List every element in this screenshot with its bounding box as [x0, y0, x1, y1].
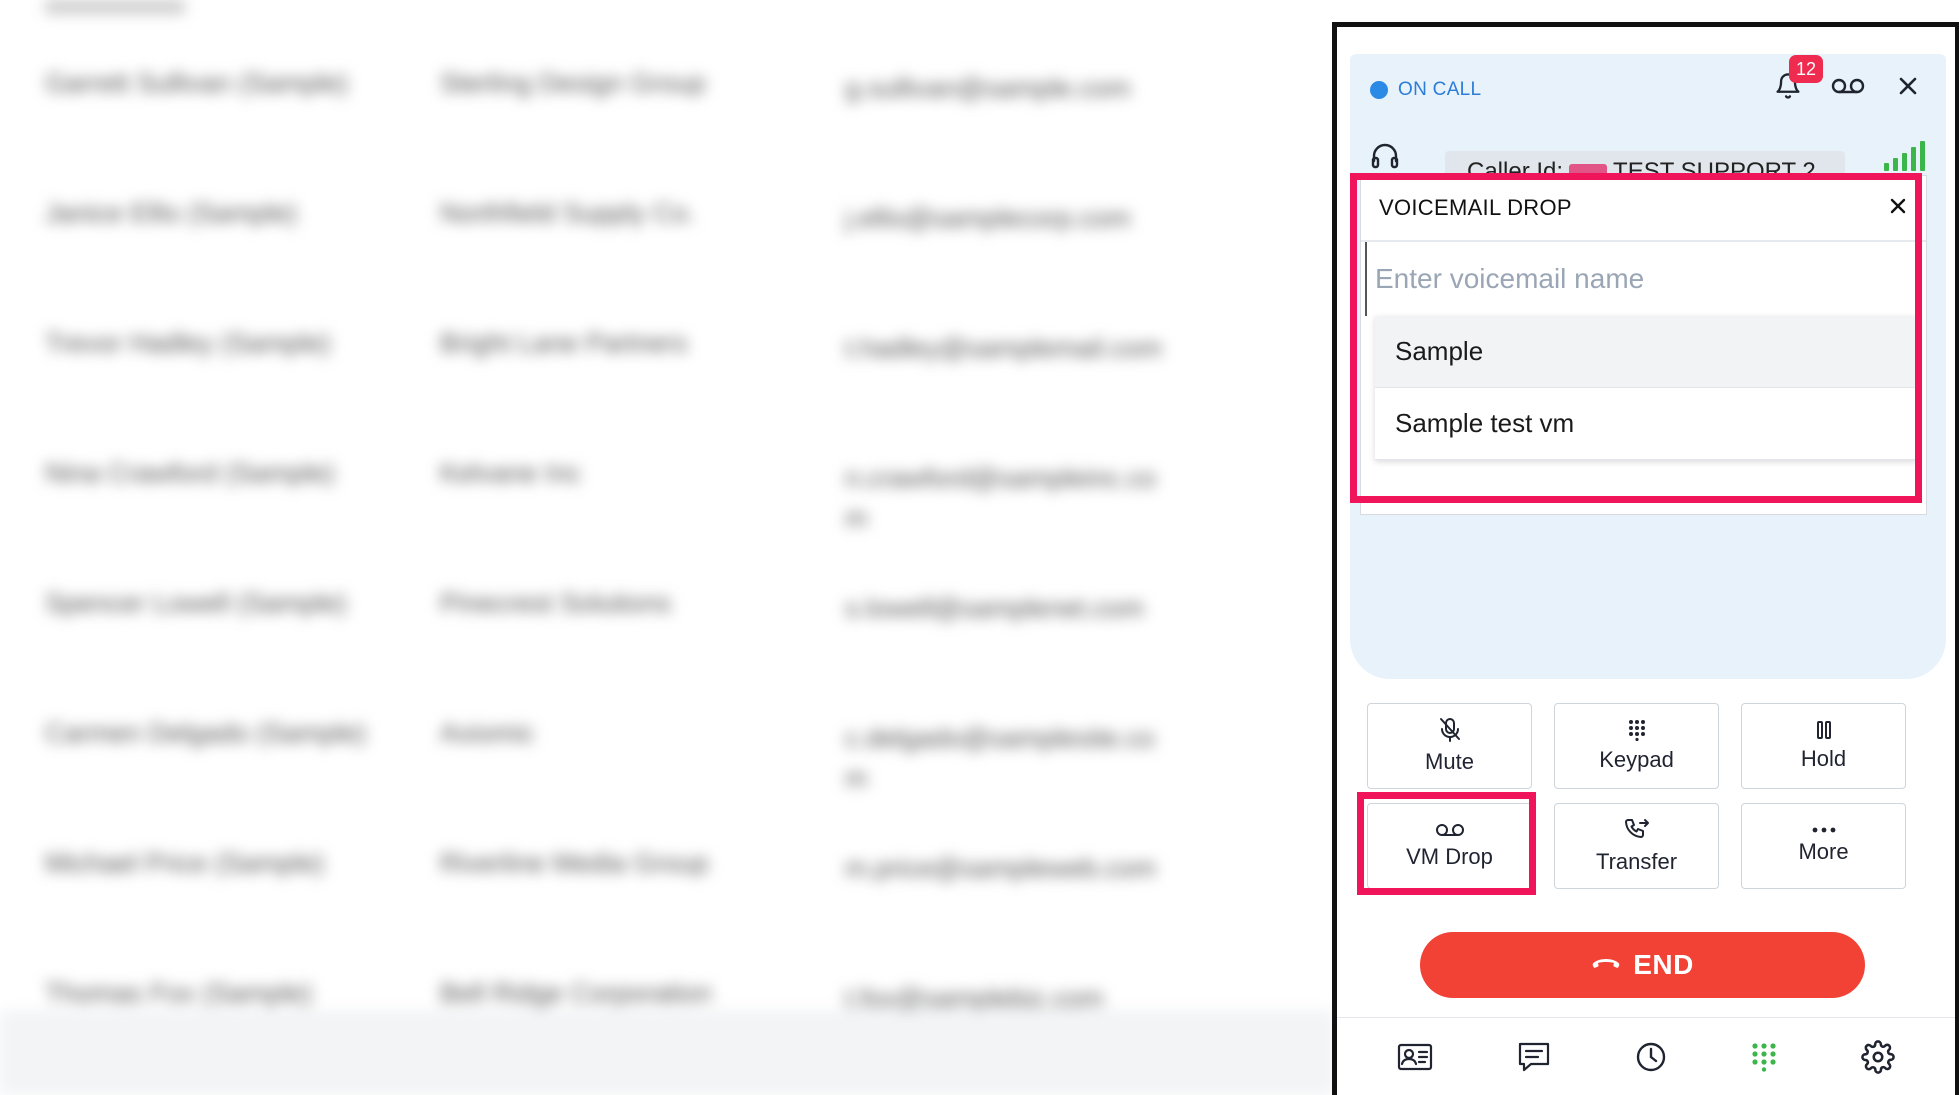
headset-button[interactable] [1371, 143, 1399, 174]
nav-contacts-button[interactable] [1397, 1042, 1433, 1077]
more-label: More [1798, 839, 1849, 864]
message-icon [1518, 1042, 1550, 1071]
close-dialer-button[interactable] [1891, 69, 1925, 103]
nav-messages-button[interactable] [1517, 1041, 1551, 1078]
background-footer [0, 1010, 1335, 1095]
hold-button[interactable]: Hold [1741, 703, 1906, 789]
pause-icon [1816, 721, 1831, 739]
background-cell-email: n.crawford@sampleinc.com [845, 463, 1157, 533]
headset-icon [1371, 143, 1399, 169]
voicemail-drop-popup: VOICEMAIL DROP Sample Sample test vm [1360, 175, 1927, 515]
voicemail-button[interactable] [1831, 69, 1865, 103]
background-cell-email: m.price@sampleweb.com [845, 853, 1157, 883]
end-call-label: END [1633, 949, 1694, 980]
contact-card-icon [1397, 1043, 1433, 1070]
hangup-icon [1592, 959, 1620, 968]
voicemail-option[interactable]: Sample [1375, 316, 1917, 388]
background-cell-name: Nina Crawford (Sample) [45, 458, 335, 488]
background-row: Carmen Delgado (Sample) Axiomic c.delgad… [0, 718, 1335, 848]
gear-icon [1861, 1039, 1895, 1074]
background-cell-email: g.sullivan@sample.com [845, 73, 1131, 103]
background-cell-email: j.ellis@samplecorp.com [845, 203, 1131, 233]
background-cell-company: Kelvane Inc [440, 458, 582, 488]
keypad-icon [1628, 720, 1645, 741]
call-status: ON CALL [1370, 79, 1481, 101]
status-dot-icon [1370, 81, 1388, 99]
voicemail-drop-header: VOICEMAIL DROP [1361, 176, 1926, 242]
mute-button[interactable]: Mute [1367, 703, 1532, 789]
nav-settings-button[interactable] [1861, 1039, 1895, 1079]
top-icons: 12 [1771, 55, 1925, 103]
background-cell-company: Axiomic [440, 718, 535, 748]
call-actions: Mute Keypad Hold VM Drop Transfer More [1367, 703, 1907, 889]
background-cell-company: Northfield Supply Co. [440, 198, 696, 228]
background-contact-list: Garrett Sullivan (Sample) Sterling Desig… [0, 0, 1335, 1095]
background-cell-name: Carmen Delgado (Sample) [45, 718, 367, 748]
close-icon [1899, 77, 1917, 95]
background-cell-name: Thomas Fox (Sample) [45, 978, 313, 1008]
background-row: Spencer Lowell (Sample) Pinecrest Soluti… [0, 588, 1335, 718]
vm-drop-button[interactable]: VM Drop [1367, 803, 1532, 889]
signal-strength-icon [1884, 141, 1925, 171]
close-icon [1890, 198, 1906, 213]
background-cell-company: Pinecrest Solutions [440, 588, 672, 618]
keypad-label: Keypad [1599, 747, 1674, 772]
background-cell-name: Trevor Hadley (Sample) [45, 328, 331, 358]
voicemail-name-input[interactable] [1365, 242, 1925, 316]
hold-label: Hold [1800, 746, 1847, 771]
nav-history-button[interactable] [1635, 1041, 1667, 1078]
end-call-button[interactable]: END [1420, 932, 1865, 998]
background-cell-name: Garrett Sullivan (Sample) [45, 68, 349, 98]
voicemail-icon [1435, 824, 1464, 836]
background-cell-name: Spencer Lowell (Sample) [45, 588, 347, 618]
more-dots-icon [1812, 827, 1835, 833]
nav-dialpad-button[interactable] [1751, 1042, 1777, 1077]
notifications-button[interactable]: 12 [1771, 55, 1823, 103]
background-cell-company: Bright Lane Partners [440, 328, 688, 358]
voicemail-drop-title: VOICEMAIL DROP [1379, 195, 1572, 220]
background-cell-name: Michael Price (Sample) [45, 848, 325, 878]
notification-badge: 12 [1789, 55, 1823, 83]
background-cell-email: c.delgado@samplesite.com [845, 723, 1155, 793]
phone-transfer-icon [1624, 819, 1649, 838]
background-row: Michael Price (Sample) Riverline Media G… [0, 848, 1335, 978]
mic-off-icon [1439, 718, 1460, 742]
background-row: Garrett Sullivan (Sample) Sterling Desig… [0, 68, 1335, 198]
voicemail-icon [1831, 78, 1865, 94]
clock-icon [1636, 1042, 1666, 1071]
mute-label: Mute [1425, 749, 1474, 774]
background-row: Janice Ellis (Sample) Northfield Supply … [0, 198, 1335, 328]
voicemail-option[interactable]: Sample test vm [1375, 388, 1917, 460]
keypad-button[interactable]: Keypad [1554, 703, 1719, 789]
dialer-panel: ON CALL 12 Caller Id: TEST SUPPORT 2 VOI… [1332, 22, 1959, 1095]
more-button[interactable]: More [1741, 803, 1906, 889]
background-cell-email: s.lowell@samplenet.com [845, 593, 1145, 623]
dialpad-icon [1752, 1042, 1776, 1072]
voicemail-options-list: Sample Sample test vm [1375, 316, 1917, 460]
transfer-button[interactable]: Transfer [1554, 803, 1719, 889]
background-row: Nina Crawford (Sample) Kelvane Inc n.cra… [0, 458, 1335, 588]
background-row: Trevor Hadley (Sample) Bright Lane Partn… [0, 328, 1335, 458]
background-cell-email: t.hadley@samplemail.com [845, 333, 1163, 363]
bottom-nav [1337, 1017, 1955, 1095]
background-cell-company: Bell Ridge Corporation [440, 978, 712, 1008]
background-cell-company: Sterling Design Group [440, 68, 706, 98]
background-cell-name: Janice Ellis (Sample) [45, 198, 298, 228]
vm-drop-label: VM Drop [1406, 844, 1493, 869]
voicemail-drop-close-button[interactable] [1890, 198, 1906, 219]
call-status-label: ON CALL [1398, 79, 1482, 100]
transfer-label: Transfer [1595, 849, 1678, 874]
background-cell-company: Riverline Media Group [440, 848, 709, 878]
